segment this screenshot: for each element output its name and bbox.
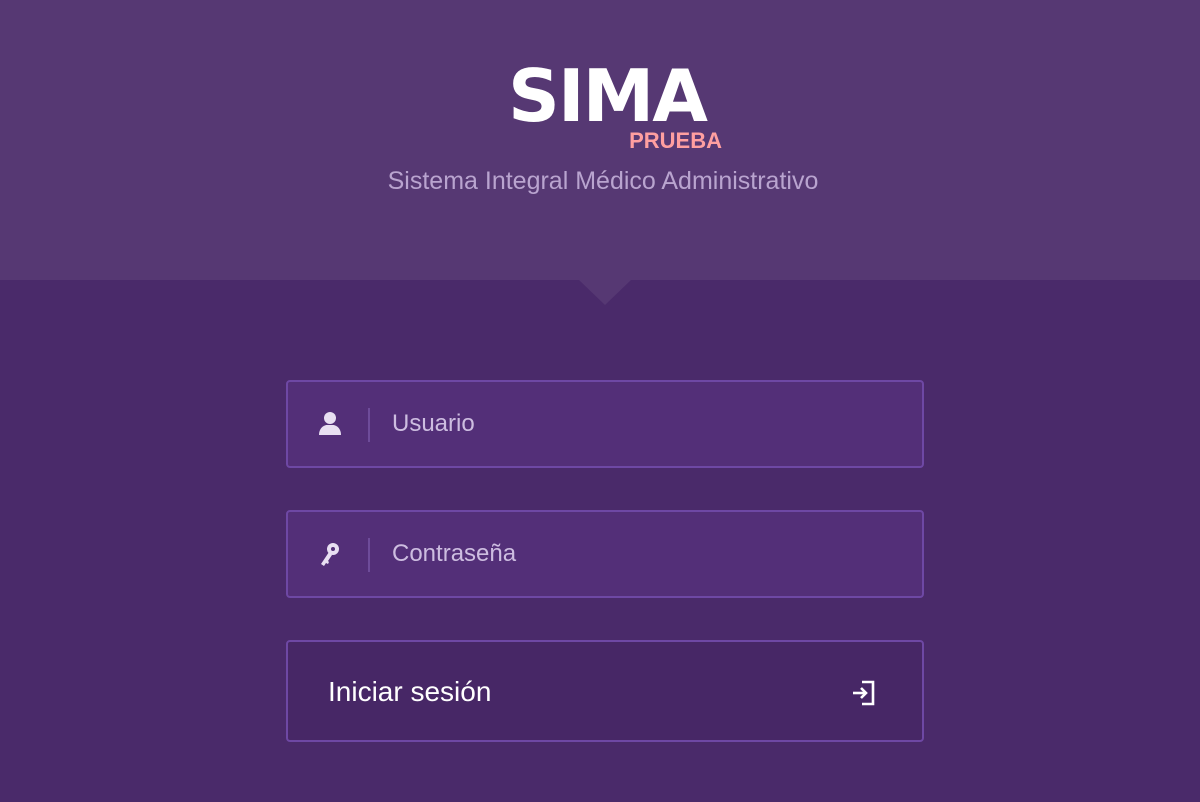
key-icon (316, 540, 344, 568)
username-field (286, 380, 924, 468)
app-logo: SIMA (507, 54, 708, 138)
header-banner: SIMA PRUEBA Sistema Integral Médico Admi… (0, 0, 1200, 280)
app-tagline: Sistema Integral Médico Administrativo (387, 167, 819, 195)
login-button[interactable]: Iniciar sesión (286, 640, 924, 742)
user-icon (316, 410, 344, 438)
username-input[interactable] (382, 382, 902, 466)
environment-label: PRUEBA (629, 128, 722, 153)
field-divider (368, 538, 370, 572)
login-icon (850, 679, 878, 707)
field-divider (368, 408, 370, 442)
password-field (286, 510, 924, 598)
header-notch (579, 280, 631, 305)
password-input[interactable] (382, 512, 902, 596)
login-button-label: Iniciar sesión (328, 676, 492, 707)
